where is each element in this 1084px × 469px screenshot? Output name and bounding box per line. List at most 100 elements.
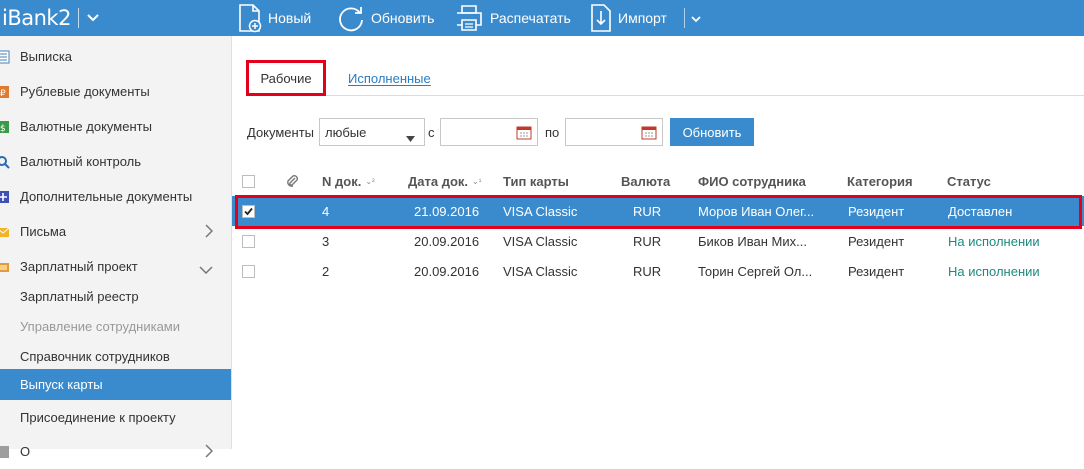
ruble-doc-icon: ₽: [0, 85, 10, 99]
column-header-date-label: Дата док.: [408, 173, 469, 189]
import-icon: [590, 3, 612, 33]
cell-date: 20.09.2016: [414, 263, 480, 279]
table-row[interactable]: 4 21.09.2016 VISA Classic RUR Моров Иван…: [232, 196, 1084, 226]
documents-filter-select[interactable]: любые: [319, 118, 425, 146]
cell-card-type: VISA Classic: [503, 233, 578, 249]
cell-currency: RUR: [633, 263, 662, 279]
tab-executed[interactable]: Исполненные: [348, 60, 431, 96]
currency-doc-icon: $: [0, 120, 10, 134]
column-header-category[interactable]: Категория: [847, 166, 913, 196]
sidebar-item-currency-documents[interactable]: $ Валютные документы: [0, 109, 231, 144]
column-header-status[interactable]: Статус: [947, 166, 991, 196]
cell-employee: Моров Иван Олег...: [698, 203, 815, 219]
search-icon: [0, 155, 10, 169]
column-header-currency[interactable]: Валюта: [621, 166, 670, 196]
documents-filter-value: любые: [325, 124, 367, 140]
calendar-icon[interactable]: [516, 125, 532, 143]
chevron-right-icon: [205, 224, 214, 241]
refresh-icon: [337, 4, 365, 32]
sidebar-item-letters[interactable]: Письма: [0, 214, 231, 249]
calendar-icon[interactable]: [641, 125, 657, 143]
date-from-field[interactable]: [440, 118, 538, 146]
more-actions-button[interactable]: [691, 0, 701, 36]
cell-category: Резидент: [848, 233, 905, 249]
new-button-label: Новый: [268, 10, 312, 26]
sidebar-item-ruble-documents[interactable]: ₽ Рублевые документы: [0, 74, 231, 109]
cell-status: Доставлен: [948, 203, 1013, 219]
add-doc-icon: [0, 190, 10, 204]
documents-filter-label: Документы: [247, 125, 315, 140]
row-checkbox[interactable]: [242, 196, 255, 226]
table-row[interactable]: 3 20.09.2016 VISA Classic RUR Биков Иван…: [232, 226, 1084, 256]
sidebar-item-other[interactable]: О: [0, 434, 231, 469]
sidebar-item-label: Валютный контроль: [20, 154, 142, 169]
cell-card-type: VISA Classic: [503, 203, 578, 219]
sidebar-item-label: Зарплатный реестр: [20, 289, 139, 304]
top-toolbar: iBank2 Новый Обновить Распечатать Импорт: [0, 0, 1084, 36]
cell-date: 21.09.2016: [414, 203, 480, 219]
sidebar-item-join-project[interactable]: Присоединение к проекту: [0, 400, 231, 435]
sidebar-item-label: Дополнительные документы: [20, 189, 193, 204]
sidebar-item-label: Зарплатный проект: [20, 259, 138, 274]
checkbox-checked-icon: [242, 204, 255, 218]
print-button[interactable]: Распечатать: [454, 0, 571, 36]
sidebar-item-label: Валютные документы: [20, 119, 152, 134]
sidebar-item-label: Письма: [20, 224, 67, 239]
statement-icon: [0, 50, 10, 64]
brand-divider: [77, 8, 79, 28]
brand: iBank2: [0, 0, 145, 36]
column-header-date[interactable]: Дата док. ⌄¹: [408, 166, 481, 196]
row-checkbox[interactable]: [242, 226, 255, 256]
sidebar: Выписка ₽ Рублевые документы $ Валютные …: [0, 36, 232, 459]
letter-icon: [0, 225, 10, 239]
sidebar-item-label: Выписка: [20, 49, 73, 64]
document-tabs: Рабочие Исполненные: [246, 60, 1084, 96]
app-menu-chevron-icon[interactable]: [87, 14, 99, 22]
column-header-num-label: N док.: [322, 173, 362, 189]
column-header-card-type[interactable]: Тип карты: [503, 166, 569, 196]
date-to-label: по: [545, 125, 560, 140]
date-to-field[interactable]: [565, 118, 663, 146]
dropdown-caret-icon: [406, 130, 415, 145]
other-icon: [0, 445, 10, 459]
chevron-down-icon: [199, 262, 213, 277]
column-header-num[interactable]: N док. ⌄²: [322, 166, 375, 196]
tab-working[interactable]: Рабочие: [246, 60, 326, 96]
import-button[interactable]: Импорт: [590, 0, 667, 36]
filter-refresh-button[interactable]: Обновить: [670, 118, 754, 146]
refresh-toolbar-label: Обновить: [371, 10, 435, 26]
cell-status: На исполнении: [948, 263, 1040, 279]
cell-num: 2: [322, 263, 330, 279]
sidebar-item-label: О: [20, 444, 31, 459]
cell-currency: RUR: [633, 203, 662, 219]
sidebar-item-label: Управление сотрудниками: [20, 319, 181, 334]
cell-num: 4: [322, 203, 330, 219]
select-all-checkbox[interactable]: [242, 166, 255, 196]
new-button[interactable]: Новый: [238, 0, 311, 36]
sort-icon: ⌄¹: [472, 176, 482, 186]
svg-text:₽: ₽: [0, 89, 6, 99]
sidebar-item-label: Присоединение к проекту: [20, 410, 176, 425]
sidebar-item-label: Рублевые документы: [20, 84, 150, 99]
column-header-employee[interactable]: ФИО сотрудника: [698, 166, 806, 196]
cell-card-type: VISA Classic: [503, 263, 578, 279]
row-checkbox[interactable]: [242, 256, 255, 286]
refresh-toolbar-button[interactable]: Обновить: [337, 0, 434, 36]
cell-employee: Торин Сергей Ол...: [698, 263, 813, 279]
chevron-down-icon: [691, 11, 701, 26]
cell-category: Резидент: [848, 263, 905, 279]
cell-currency: RUR: [633, 233, 662, 249]
filter-bar: Документы любые с по Обновить: [232, 118, 1084, 146]
table-row[interactable]: 2 20.09.2016 VISA Classic RUR Торин Серг…: [232, 256, 1084, 286]
svg-text:$: $: [0, 124, 6, 134]
chevron-right-icon: [205, 444, 214, 461]
sidebar-item-card-issue[interactable]: Выпуск карты: [0, 369, 231, 400]
sidebar-item-additional-documents[interactable]: Дополнительные документы: [0, 179, 231, 214]
print-button-label: Распечатать: [490, 10, 571, 26]
sidebar-item-statement[interactable]: Выписка: [0, 39, 231, 74]
sort-icon: ⌄²: [365, 176, 375, 186]
checkbox-icon: [242, 264, 255, 278]
sidebar-item-currency-control[interactable]: Валютный контроль: [0, 144, 231, 179]
cell-num: 3: [322, 233, 330, 249]
sidebar-item-label: Справочник сотрудников: [20, 349, 170, 364]
